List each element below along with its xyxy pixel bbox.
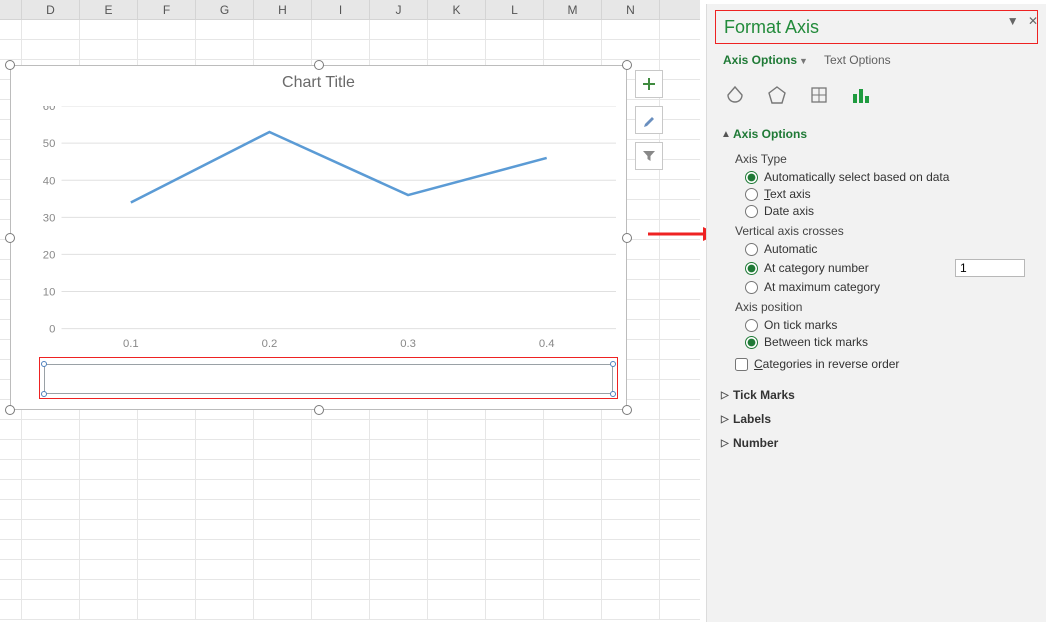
radio-cross-at-max[interactable]: At maximum category [745, 280, 1032, 294]
svg-text:10: 10 [43, 287, 56, 299]
svg-text:0.2: 0.2 [262, 338, 278, 350]
row-head-gutter [0, 0, 22, 19]
format-axis-pane: ▼ ✕ Format Axis Axis Options▼ Text Optio… [706, 4, 1046, 622]
radio-between-tick-marks[interactable]: Between tick marks [745, 335, 1032, 349]
axis-options-icon[interactable] [849, 83, 873, 107]
x-axis-highlight-annotation [39, 357, 618, 399]
tab-axis-options[interactable]: Axis Options▼ [723, 50, 808, 70]
axis-type-label: Axis Type [735, 152, 1032, 166]
col-header[interactable]: J [370, 0, 428, 19]
funnel-icon [642, 149, 656, 163]
col-header[interactable]: N [602, 0, 660, 19]
radio-on-tick-marks[interactable]: On tick marks [745, 318, 1032, 332]
cross-category-input[interactable] [955, 259, 1025, 277]
radio-auto-axis-type[interactable]: Automatically select based on data [745, 170, 1032, 184]
axis-position-label: Axis position [735, 300, 1032, 314]
col-header[interactable]: G [196, 0, 254, 19]
pane-title-highlight: Format Axis [715, 10, 1038, 44]
vertical-crosses-label: Vertical axis crosses [735, 224, 1032, 238]
chart-object[interactable]: Chart Title 0 10 20 30 40 50 60 0.1 0.2 0.3 0.4 [10, 65, 627, 410]
col-header[interactable]: I [312, 0, 370, 19]
pane-menu-icon[interactable]: ▼ [1007, 14, 1019, 28]
col-header[interactable]: L [486, 0, 544, 19]
pane-close-icon[interactable]: ✕ [1028, 14, 1038, 28]
svg-text:0.4: 0.4 [539, 338, 555, 350]
chart-title[interactable]: Chart Title [11, 66, 626, 96]
radio-cross-auto[interactable]: Automatic [745, 242, 1032, 256]
plus-icon [642, 77, 656, 91]
col-header[interactable]: E [80, 0, 138, 19]
col-header[interactable]: D [22, 0, 80, 19]
fill-line-icon[interactable] [723, 83, 747, 107]
checkbox-reverse-categories[interactable]: Categories in reverse order [735, 357, 1032, 371]
chart-side-buttons [635, 70, 665, 178]
radio-cross-at-category[interactable]: At category number [745, 259, 1025, 277]
brush-icon [642, 113, 656, 127]
effects-icon[interactable] [765, 83, 789, 107]
svg-text:0.3: 0.3 [400, 338, 416, 350]
pane-title: Format Axis [724, 17, 819, 38]
chart-plot-area[interactable]: 0 10 20 30 40 50 60 0.1 0.2 0.3 0.4 [41, 106, 616, 359]
col-header[interactable]: F [138, 0, 196, 19]
section-axis-options[interactable]: ▲Axis Options [721, 122, 1032, 146]
chart-styles-button[interactable] [635, 106, 663, 134]
svg-text:20: 20 [43, 250, 56, 262]
tab-text-options[interactable]: Text Options [824, 50, 891, 70]
section-labels[interactable]: ▷Labels [721, 407, 1032, 431]
size-properties-icon[interactable] [807, 83, 831, 107]
column-headers: D E F G H I J K L M N [0, 0, 700, 20]
chart-elements-button[interactable] [635, 70, 663, 98]
svg-text:50: 50 [43, 138, 56, 150]
section-tick-marks[interactable]: ▷Tick Marks [721, 383, 1032, 407]
section-number[interactable]: ▷Number [721, 431, 1032, 455]
chart-svg: 0 10 20 30 40 50 60 0.1 0.2 0.3 0.4 [41, 106, 616, 359]
svg-text:40: 40 [43, 175, 56, 187]
chart-filters-button[interactable] [635, 142, 663, 170]
x-axis-selection[interactable] [44, 364, 613, 394]
svg-text:30: 30 [43, 212, 56, 224]
col-header[interactable]: K [428, 0, 486, 19]
col-header[interactable]: H [254, 0, 312, 19]
radio-text-axis[interactable]: Text axis [745, 187, 1032, 201]
svg-text:0: 0 [49, 324, 55, 336]
svg-text:60: 60 [43, 106, 56, 113]
radio-date-axis[interactable]: Date axis [745, 204, 1032, 218]
svg-text:0.1: 0.1 [123, 338, 139, 350]
col-header[interactable]: M [544, 0, 602, 19]
